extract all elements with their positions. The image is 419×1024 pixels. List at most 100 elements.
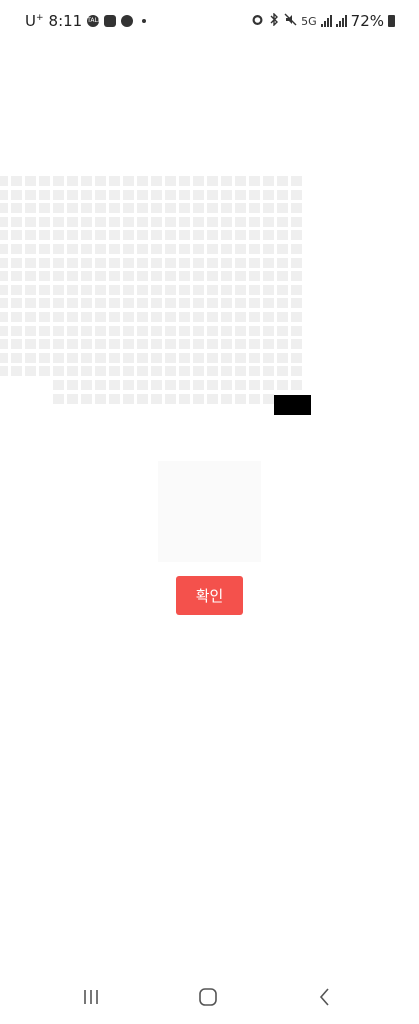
seat[interactable] — [165, 230, 176, 241]
seat[interactable] — [291, 352, 302, 363]
seat[interactable] — [277, 380, 288, 390]
seat[interactable] — [39, 284, 50, 295]
seat[interactable] — [0, 298, 8, 309]
seat[interactable] — [179, 312, 190, 322]
seat[interactable] — [25, 352, 36, 363]
seat[interactable] — [109, 380, 120, 390]
seat[interactable] — [179, 216, 190, 227]
seat[interactable] — [277, 216, 288, 227]
seat[interactable] — [81, 244, 92, 254]
seat[interactable] — [263, 230, 274, 241]
seat[interactable] — [25, 176, 36, 186]
seat[interactable] — [25, 257, 36, 268]
seat[interactable] — [25, 216, 36, 227]
seat[interactable] — [263, 216, 274, 227]
seat[interactable] — [221, 257, 232, 268]
seat[interactable] — [81, 257, 92, 268]
seat[interactable] — [235, 339, 246, 350]
recent-apps-icon[interactable] — [71, 982, 111, 1012]
seat[interactable] — [263, 257, 274, 268]
seat[interactable] — [263, 189, 274, 200]
seat[interactable] — [179, 393, 190, 404]
seat[interactable] — [207, 325, 218, 336]
seat[interactable] — [221, 393, 232, 404]
seat[interactable] — [95, 352, 106, 363]
seat[interactable] — [137, 257, 148, 268]
seat[interactable] — [193, 284, 204, 295]
seat[interactable] — [95, 380, 106, 390]
seat[interactable] — [207, 176, 218, 186]
seat[interactable] — [263, 366, 274, 377]
seat[interactable] — [151, 271, 162, 282]
seat[interactable] — [193, 271, 204, 282]
seat[interactable] — [123, 244, 134, 254]
seat[interactable] — [291, 380, 302, 390]
seat[interactable] — [277, 271, 288, 282]
seat[interactable] — [67, 352, 78, 363]
seat[interactable] — [207, 189, 218, 200]
seat[interactable] — [179, 203, 190, 214]
seat[interactable] — [165, 284, 176, 295]
seat[interactable] — [137, 176, 148, 186]
seat[interactable] — [137, 216, 148, 227]
seat[interactable] — [0, 216, 8, 227]
seat[interactable] — [67, 176, 78, 186]
seat[interactable] — [165, 325, 176, 336]
seat[interactable] — [179, 257, 190, 268]
seat[interactable] — [123, 325, 134, 336]
seat[interactable] — [109, 230, 120, 241]
seat[interactable] — [67, 244, 78, 254]
seat[interactable] — [0, 352, 8, 363]
seat[interactable] — [81, 271, 92, 282]
seat[interactable] — [235, 366, 246, 377]
seat[interactable] — [109, 298, 120, 309]
seat[interactable] — [179, 325, 190, 336]
seat[interactable] — [95, 325, 106, 336]
seat[interactable] — [277, 352, 288, 363]
seat[interactable] — [249, 380, 260, 390]
seat[interactable] — [165, 244, 176, 254]
seat[interactable] — [291, 284, 302, 295]
seat[interactable] — [11, 325, 22, 336]
seat[interactable] — [53, 216, 64, 227]
seat[interactable] — [291, 271, 302, 282]
seat[interactable] — [263, 312, 274, 322]
seat[interactable] — [39, 203, 50, 214]
seat[interactable] — [11, 230, 22, 241]
seat[interactable] — [39, 312, 50, 322]
seat[interactable] — [235, 230, 246, 241]
seat[interactable] — [249, 366, 260, 377]
seat[interactable] — [53, 257, 64, 268]
seat[interactable] — [67, 312, 78, 322]
seat[interactable] — [207, 284, 218, 295]
seat[interactable] — [67, 380, 78, 390]
seat[interactable] — [0, 257, 8, 268]
seat[interactable] — [207, 298, 218, 309]
seat[interactable] — [81, 366, 92, 377]
seat[interactable] — [277, 366, 288, 377]
seat[interactable] — [123, 176, 134, 186]
seat[interactable] — [249, 216, 260, 227]
seat[interactable] — [207, 257, 218, 268]
seat[interactable] — [109, 312, 120, 322]
seat[interactable] — [11, 189, 22, 200]
seat[interactable] — [165, 271, 176, 282]
seat[interactable] — [151, 284, 162, 295]
selected-seat[interactable] — [274, 395, 311, 415]
seat[interactable] — [277, 203, 288, 214]
seat[interactable] — [123, 271, 134, 282]
seat[interactable] — [221, 189, 232, 200]
seat[interactable] — [25, 298, 36, 309]
seat[interactable] — [0, 244, 8, 254]
seat[interactable] — [109, 366, 120, 377]
seat[interactable] — [291, 189, 302, 200]
seat[interactable] — [151, 244, 162, 254]
seat[interactable] — [249, 189, 260, 200]
seat[interactable] — [165, 216, 176, 227]
seat[interactable] — [25, 339, 36, 350]
seat[interactable] — [221, 298, 232, 309]
seat[interactable] — [207, 244, 218, 254]
seat[interactable] — [137, 312, 148, 322]
seat[interactable] — [249, 176, 260, 186]
seat[interactable] — [249, 298, 260, 309]
